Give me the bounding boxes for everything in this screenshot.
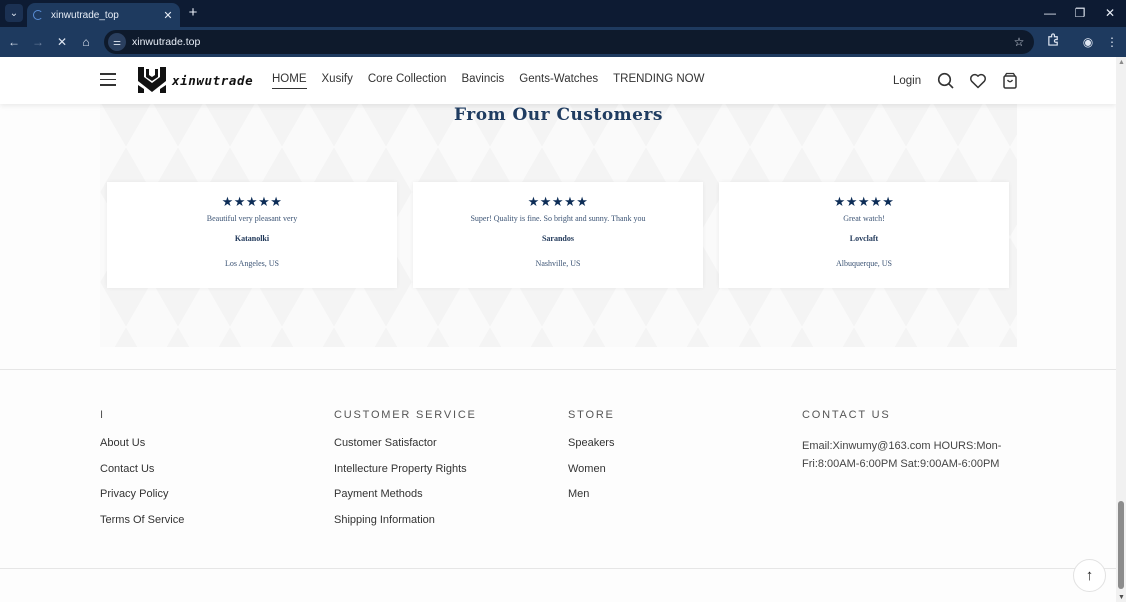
address-bar[interactable]: ⚌ xinwutrade.top ☆ xyxy=(104,30,1034,54)
footer-heading: CONTACT US xyxy=(802,409,891,421)
footer-link-men[interactable]: Men xyxy=(568,488,615,500)
nav-item-bavincis[interactable]: Bavincis xyxy=(461,73,504,89)
back-to-top-button[interactable]: ↑ xyxy=(1073,559,1106,592)
site-logo[interactable]: xinwutrade xyxy=(136,65,253,95)
nav-item-home[interactable]: HOME xyxy=(272,73,307,89)
nav-item-core-collection[interactable]: Core Collection xyxy=(368,73,447,89)
logo-mark-icon xyxy=(138,67,166,93)
hamburger-menu-icon[interactable] xyxy=(100,73,116,87)
star-rating-icon: ★★★★★ xyxy=(833,194,895,209)
reviewer-location: Albuquerque, US xyxy=(836,259,892,268)
restore-button[interactable]: ❐ xyxy=(1071,5,1089,21)
footer-link-payment-methods[interactable]: Payment Methods xyxy=(334,488,477,500)
footer-link-terms-of-service[interactable]: Terms Of Service xyxy=(100,514,184,526)
star-rating-icon: ★★★★★ xyxy=(221,194,283,209)
home-button[interactable]: ⌂ xyxy=(77,33,95,51)
footer-column-customer-service: CUSTOMER SERVICE Customer Satisfactor In… xyxy=(334,409,477,539)
extensions-button[interactable] xyxy=(1044,33,1062,51)
loading-spinner-icon xyxy=(33,10,43,20)
nav-item-trending-now[interactable]: TRENDING NOW xyxy=(613,73,704,89)
reviewer-location: Los Angeles, US xyxy=(225,259,279,268)
heart-icon[interactable] xyxy=(969,72,987,90)
review-card: ★★★★★ Super! Quality is fine. So bright … xyxy=(413,182,703,288)
footer-heading: STORE xyxy=(568,409,615,421)
tab-close-button[interactable]: ✕ xyxy=(160,9,176,22)
scroll-down-arrow-icon[interactable]: ▼ xyxy=(1118,594,1125,601)
bookmark-star-icon[interactable]: ☆ xyxy=(1010,35,1028,49)
footer-link-women[interactable]: Women xyxy=(568,463,615,475)
web-page: xinwutrade HOME Xusify Core Collection B… xyxy=(0,57,1116,602)
tab-search-button[interactable]: ⌄ xyxy=(5,4,23,22)
reviewer-name: Lovclaft xyxy=(849,234,879,243)
footer-link-customer-satisfactor[interactable]: Customer Satisfactor xyxy=(334,437,477,449)
login-link[interactable]: Login xyxy=(893,75,921,87)
main-nav: HOME Xusify Core Collection Bavincis Gen… xyxy=(272,73,719,89)
footer-link-contact-us[interactable]: Contact Us xyxy=(100,463,184,475)
review-card: ★★★★★ Great watch! Lovclaft Albuquerque,… xyxy=(719,182,1009,288)
review-text: Super! Quality is fine. So bright and su… xyxy=(470,214,646,223)
shopping-bag-icon[interactable] xyxy=(1001,72,1019,90)
puzzle-icon xyxy=(1047,33,1058,46)
logo-text: xinwutrade xyxy=(172,72,254,88)
url-text[interactable]: xinwutrade.top xyxy=(132,36,1010,48)
browser-tab[interactable]: xinwutrade_top ✕ xyxy=(27,3,180,27)
footer-link-about-us[interactable]: About Us xyxy=(100,437,184,449)
browser-tab-strip: ⌄ xinwutrade_top ✕ + — ❐ ✕ xyxy=(0,0,1126,27)
search-icon[interactable] xyxy=(937,72,955,90)
close-window-button[interactable]: ✕ xyxy=(1101,5,1119,21)
reviewer-name: Katanolki xyxy=(234,234,270,243)
contact-info: Email:Xinwumy@163.com HOURS:Mon-Fri:8:00… xyxy=(802,440,1002,470)
tab-title: xinwutrade_top xyxy=(51,9,119,21)
site-info-icon[interactable]: ⚌ xyxy=(108,33,126,51)
star-rating-icon: ★★★★★ xyxy=(527,194,589,209)
reviewer-name: Sarandos xyxy=(541,234,574,243)
footer-link-speakers[interactable]: Speakers xyxy=(568,437,615,449)
section-title: From Our Customers xyxy=(454,105,663,125)
reviewer-location: Nashville, US xyxy=(535,259,581,268)
arrow-up-icon: ↑ xyxy=(1085,567,1094,584)
minimize-button[interactable]: — xyxy=(1041,5,1059,21)
review-card: ★★★★★ Beautiful very pleasant very Katan… xyxy=(107,182,397,288)
footer-heading: I xyxy=(100,409,105,421)
forward-button[interactable]: → xyxy=(29,33,47,51)
review-text: Beautiful very pleasant very xyxy=(206,214,298,223)
footer-link-privacy-policy[interactable]: Privacy Policy xyxy=(100,488,184,500)
header-actions: Login xyxy=(893,72,1033,90)
footer-divider xyxy=(0,369,1116,370)
browser-menu-button[interactable]: ⋮ xyxy=(1103,33,1121,51)
footer-column-info: I About Us Contact Us Privacy Policy Ter… xyxy=(100,409,184,539)
footer-link-shipping-information[interactable]: Shipping Information xyxy=(334,514,477,526)
page-scrollbar[interactable]: ▲ ▼ xyxy=(1116,57,1126,602)
profile-button[interactable]: ◉ xyxy=(1079,33,1097,51)
scrollbar-thumb[interactable] xyxy=(1118,501,1124,589)
stop-loading-button[interactable]: ✕ xyxy=(53,33,71,51)
footer-bottom-divider xyxy=(0,568,1116,569)
new-tab-button[interactable]: + xyxy=(185,5,201,21)
review-text: Great watch! xyxy=(843,214,885,223)
browser-toolbar: ← → ✕ ⌂ ⚌ xinwutrade.top ☆ ◉ ⋮ xyxy=(0,27,1126,57)
footer-column-contact: CONTACT US Email:Xinwumy@163.com HOURS:M… xyxy=(802,409,1002,473)
nav-item-gents-watches[interactable]: Gents-Watches xyxy=(519,73,598,89)
footer-link-intellecture-property-rights[interactable]: Intellecture Property Rights xyxy=(334,463,477,475)
footer-heading: CUSTOMER SERVICE xyxy=(334,409,477,421)
scroll-up-arrow-icon[interactable]: ▲ xyxy=(1118,59,1125,66)
chevron-down-icon: ⌄ xyxy=(9,7,19,19)
back-button[interactable]: ← xyxy=(5,33,23,51)
footer-column-store: STORE Speakers Women Men xyxy=(568,409,615,514)
site-header: xinwutrade HOME Xusify Core Collection B… xyxy=(0,57,1116,104)
nav-item-xusify[interactable]: Xusify xyxy=(322,73,353,89)
